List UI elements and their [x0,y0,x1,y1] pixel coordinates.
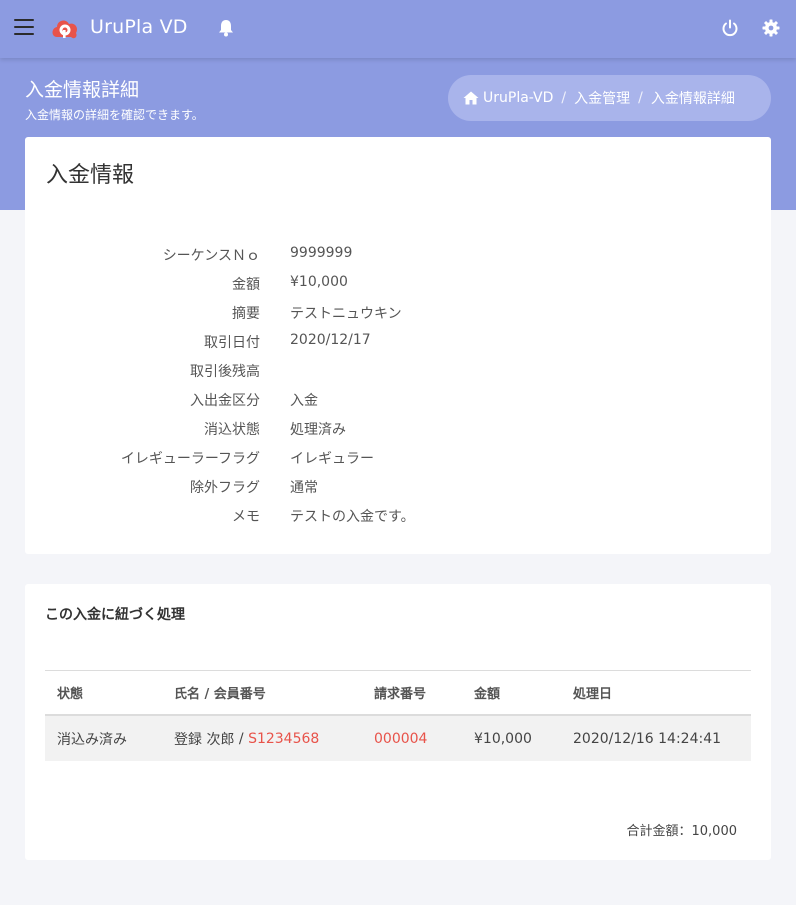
card-title: 入金情報 [46,163,135,188]
detail-value: 2020/12/17 [290,332,371,348]
detail-value: 処理済み [290,422,346,438]
top-bar: UruPla VD [0,0,796,58]
total-amount: 合計金額：10,000 [626,824,738,839]
breadcrumb-item-home[interactable]: UruPla-VD [483,90,553,106]
detail-value: テストニュウキン [290,306,402,322]
column-header-invoice-no: 請求番号 [374,687,427,702]
cell-status: 消込み済み [57,731,127,748]
column-header-amount: 金額 [474,687,501,702]
table-header: 状態 氏名 / 会員番号 請求番号 金額 処理日 [45,670,751,716]
app-title[interactable]: UruPla VD [90,16,188,38]
detail-value: 9999999 [290,245,353,261]
breadcrumb-separator: / [638,90,643,106]
column-header-name: 氏名 / 会員番号 [174,687,266,702]
table-row: 消込み済み 登録 次郎 / S1234568 000004 ¥10,000 20… [45,716,751,761]
detail-label: 入出金区分 [190,393,260,409]
cell-amount: ¥10,000 [474,730,532,747]
page-subtitle: 入金情報の詳細を確認できます。 [25,108,204,122]
breadcrumb-item-deposit-management[interactable]: 入金管理 [574,88,630,108]
cell-date: 2020/12/16 14:24:41 [573,730,722,747]
member-name: 登録 次郎 [174,731,235,748]
detail-row-sequence-no: シーケンスＮｏ 9999999 [25,245,771,267]
column-header-status: 状態 [57,687,84,702]
breadcrumb-separator: / [561,90,567,106]
detail-label: 金額 [232,277,260,293]
detail-row-irregular-flag: イレギューラーフラグ イレギュラー [25,448,771,470]
detail-label: 取引後残高 [190,364,260,380]
detail-value: 入金 [290,393,318,409]
detail-value: 通常 [290,480,318,496]
detail-label: イレギューラーフラグ [120,451,260,467]
member-number-link[interactable]: S1234568 [248,731,319,747]
section-title: この入金に紐づく処理 [45,607,185,623]
name-separator: / [234,730,249,747]
home-icon[interactable] [463,91,479,105]
power-icon[interactable] [721,19,739,37]
detail-label: 取引日付 [204,335,260,351]
detail-row-memo: メモ テストの入金です。 [25,506,771,528]
detail-row-exclude-flag: 除外フラグ 通常 [25,477,771,499]
cell-name-member: 登録 次郎 / S1234568 [174,716,319,761]
detail-label: 消込状態 [204,422,260,438]
detail-row-amount: 金額 ¥10,000 [25,274,771,296]
detail-value: イレギュラー [290,451,374,467]
detail-label: 摘要 [232,306,260,322]
deposit-detail-card: 入金情報 シーケンスＮｏ 9999999 金額 ¥10,000 摘要 テストニュ… [25,137,771,554]
cell-invoice-no: 000004 [374,716,427,761]
bell-icon[interactable] [218,19,234,37]
detail-row-summary: 摘要 テストニュウキン [25,303,771,325]
invoice-number-link[interactable]: 000004 [374,731,427,747]
page-title: 入金情報詳細 [25,79,140,101]
detail-row-transaction-date: 取引日付 2020/12/17 [25,332,771,354]
detail-label: 除外フラグ [190,480,260,496]
column-header-date: 処理日 [573,687,613,702]
process-table: 状態 氏名 / 会員番号 請求番号 金額 処理日 消込み済み 登録 次郎 / S… [45,670,751,761]
related-process-card: この入金に紐づく処理 状態 氏名 / 会員番号 請求番号 金額 処理日 消込み済… [25,584,771,860]
detail-value: ¥10,000 [290,274,348,290]
hamburger-menu-icon[interactable] [14,19,34,37]
logo-icon [52,20,78,39]
breadcrumb: UruPla-VD / 入金管理 / 入金情報詳細 [448,75,771,121]
detail-row-deposit-type: 入出金区分 入金 [25,390,771,412]
gear-icon[interactable] [762,19,780,37]
detail-label: シーケンスＮｏ [162,248,260,264]
detail-value: テストの入金です。 [290,509,415,525]
detail-label: メモ [232,509,260,525]
breadcrumb-item-current: 入金情報詳細 [650,91,735,107]
detail-row-balance: 取引後残高 [25,361,771,383]
detail-row-reconcile-status: 消込状態 処理済み [25,419,771,441]
